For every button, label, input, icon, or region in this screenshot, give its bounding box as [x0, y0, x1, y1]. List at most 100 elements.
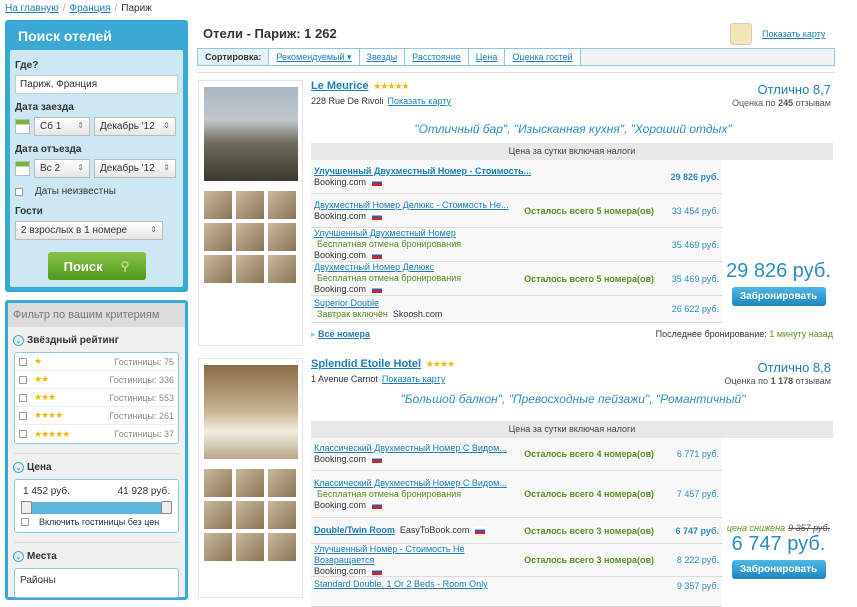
search-button[interactable]: Поиск ⚲: [47, 252, 146, 280]
room-price[interactable]: 35 469 руб.: [659, 240, 719, 250]
rate-row: Улучшенный Двухместный Номер - Стоимость…: [311, 160, 722, 194]
provider: EasyToBook.com: [399, 525, 470, 535]
search-icon: ⚲: [120, 259, 130, 273]
room-price[interactable]: 26 622 руб.: [659, 304, 719, 314]
room-link[interactable]: Двухместный Номер Делюкс - Стоимость Не.…: [314, 200, 509, 210]
breadcrumb-france[interactable]: Франция: [70, 3, 111, 14]
where-input[interactable]: Париж, Франция: [15, 75, 178, 94]
availability: Осталось всего 3 номера(ов): [524, 525, 654, 536]
hotel-photo[interactable]: [204, 365, 298, 459]
hotel-count: Гостиницы: 336: [109, 374, 174, 385]
room-link[interactable]: Улучшенный Двухместный Номер: [314, 228, 456, 238]
sort-stars[interactable]: Звезды: [359, 49, 406, 65]
slider-handle-max[interactable]: [161, 501, 172, 514]
flag-icon: [372, 286, 383, 294]
flag-icon: [372, 252, 383, 260]
star-filter-row[interactable]: ★★★ Гостиницы: 553: [15, 389, 178, 407]
rate-row: Классический Двухместный Номер С Видом..…: [311, 438, 722, 471]
sort-rating[interactable]: Оценка гостей: [505, 49, 581, 65]
room-link[interactable]: Двухместный Номер Делюкс: [314, 262, 434, 272]
checkin-day-value: Сб 1: [40, 121, 62, 132]
book-button[interactable]: Забронировать: [731, 287, 826, 306]
room-price[interactable]: 33 454 руб.: [659, 206, 719, 216]
places-title: Места: [27, 551, 57, 562]
room-price[interactable]: 6 771 руб.: [659, 449, 719, 459]
show-map-link[interactable]: Показать карту: [762, 29, 825, 39]
price-slider[interactable]: [21, 501, 172, 514]
rate-row: Двухместный Номер Делюкс Бесплатная отмен…: [311, 262, 722, 296]
photo-thumbnails[interactable]: [204, 191, 296, 283]
sort-recommended[interactable]: Рекомендуемый ▾: [269, 49, 360, 65]
provider: Booking.com: [314, 176, 367, 187]
rate-row: Двухместный Номер Делюкс - Стоимость Не.…: [311, 194, 722, 228]
breadcrumb-home[interactable]: На главную: [5, 3, 59, 14]
availability: Осталось всего 5 номера(ов): [524, 273, 654, 284]
collapse-icon[interactable]: ⌄: [13, 462, 24, 473]
dates-unknown-checkbox[interactable]: [15, 187, 23, 196]
calendar-icon[interactable]: [15, 161, 30, 176]
room-price[interactable]: 6 747 руб.: [659, 526, 719, 536]
room-price[interactable]: 9 357 руб.: [659, 581, 719, 591]
room-link[interactable]: Классический Двухместный Номер С Видом..…: [314, 443, 507, 453]
include-no-price-checkbox[interactable]: [21, 518, 29, 526]
collapse-icon[interactable]: ⌄: [13, 335, 24, 346]
stars-filter: ★ Гостиницы: 75 ★★ Гостиницы: 336 ★★★ Гости…: [14, 352, 179, 444]
room-price[interactable]: 8 222 руб.: [659, 555, 719, 565]
hotel-count: Гостиницы: 75: [114, 356, 174, 367]
checkin-month-select[interactable]: Декабрь '12: [94, 117, 176, 136]
star-filter-row[interactable]: ★★★★★ Гостиницы: 37: [15, 425, 178, 443]
checkout-day-value: Вс 2: [40, 163, 61, 174]
room-link[interactable]: Классический Двухместный Номер С Видом..…: [314, 478, 507, 488]
flag-icon: [372, 567, 383, 575]
rates-header: Цена за сутки включая налоги: [311, 421, 833, 438]
checkin-day-select[interactable]: Сб 1: [34, 117, 90, 136]
checkout-month-select[interactable]: Декабрь '12: [94, 159, 176, 178]
photo-thumbnails[interactable]: [204, 469, 296, 561]
rate-row: Улучшенный Двухместный Номер Бесплатная о…: [311, 228, 722, 262]
room-link[interactable]: Улучшенный Номер - Стоимость Не Возвраща…: [314, 544, 464, 565]
room-link[interactable]: Double/Twin Room: [314, 525, 395, 535]
hotel-photo[interactable]: [204, 87, 298, 181]
stars-title: Звёздный рейтинг: [27, 335, 119, 346]
room-price[interactable]: 29 826 руб.: [659, 172, 719, 182]
collapse-icon[interactable]: ⌄: [13, 551, 24, 562]
room-perk: Бесплатная отмена бронирования: [317, 488, 462, 499]
slider-handle-min[interactable]: [21, 501, 32, 514]
room-link[interactable]: Улучшенный Двухместный Номер - Стоимость…: [314, 166, 531, 176]
review-count: Оценка по 245 отзывам: [732, 98, 831, 108]
hotel-count: Гостиницы: 37: [114, 429, 174, 439]
sort-price[interactable]: Цена: [468, 49, 506, 65]
rate-row: Superior Double Завтрак включён Skoosh.co…: [311, 296, 722, 323]
rates-header: Цена за сутки включая налоги: [311, 143, 833, 160]
guests-select[interactable]: 2 взрослых в 1 номере: [15, 221, 163, 240]
show-map-link[interactable]: Показать карту: [388, 96, 451, 106]
calendar-icon[interactable]: [15, 119, 30, 134]
rate-row: Standard Double, 1 Or 2 Beds - Room Only…: [311, 577, 722, 607]
hotel-card: Splendid Etoile Hotel ★★★★ 1 Avenue Carn…: [197, 358, 835, 607]
room-link[interactable]: Superior Double: [314, 298, 379, 308]
book-button[interactable]: Забронировать: [731, 560, 826, 579]
star-filter-row[interactable]: ★★★★ Гостиницы: 261: [15, 407, 178, 425]
provider: Booking.com: [314, 284, 367, 294]
availability: Осталось всего 3 номера(ов): [524, 555, 654, 565]
flag-icon: [372, 212, 383, 220]
breadcrumb: На главную / Франция / Париж: [5, 3, 152, 14]
room-link[interactable]: Standard Double, 1 Or 2 Beds - Room Only: [314, 579, 488, 589]
map-icon[interactable]: [730, 23, 752, 45]
price-max: 41 928 руб.: [117, 486, 170, 497]
review-count: Оценка по 1 178 отзывам: [724, 376, 832, 386]
sort-distance[interactable]: Расстояние: [405, 49, 469, 65]
star-filter-row[interactable]: ★ Гостиницы: 75: [15, 353, 178, 371]
availability: Осталось всего 4 номера(ов): [524, 449, 654, 459]
all-rooms-link[interactable]: Все номера: [318, 329, 370, 339]
hotel-name-link[interactable]: Splendid Etoile Hotel: [311, 358, 421, 370]
show-map-link[interactable]: Показать карту: [382, 374, 445, 384]
checkout-label: Дата отъезда: [15, 144, 82, 155]
hotel-name-link[interactable]: Le Meurice: [311, 80, 368, 92]
search-panel: Поиск отелей Где? Париж, Франция Дата за…: [5, 20, 188, 292]
search-title: Поиск отелей: [18, 28, 112, 44]
room-price[interactable]: 7 457 руб.: [659, 489, 719, 499]
room-price[interactable]: 35 469 руб.: [659, 274, 719, 284]
star-filter-row[interactable]: ★★ Гостиницы: 336: [15, 371, 178, 389]
checkout-day-select[interactable]: Вс 2: [34, 159, 90, 178]
